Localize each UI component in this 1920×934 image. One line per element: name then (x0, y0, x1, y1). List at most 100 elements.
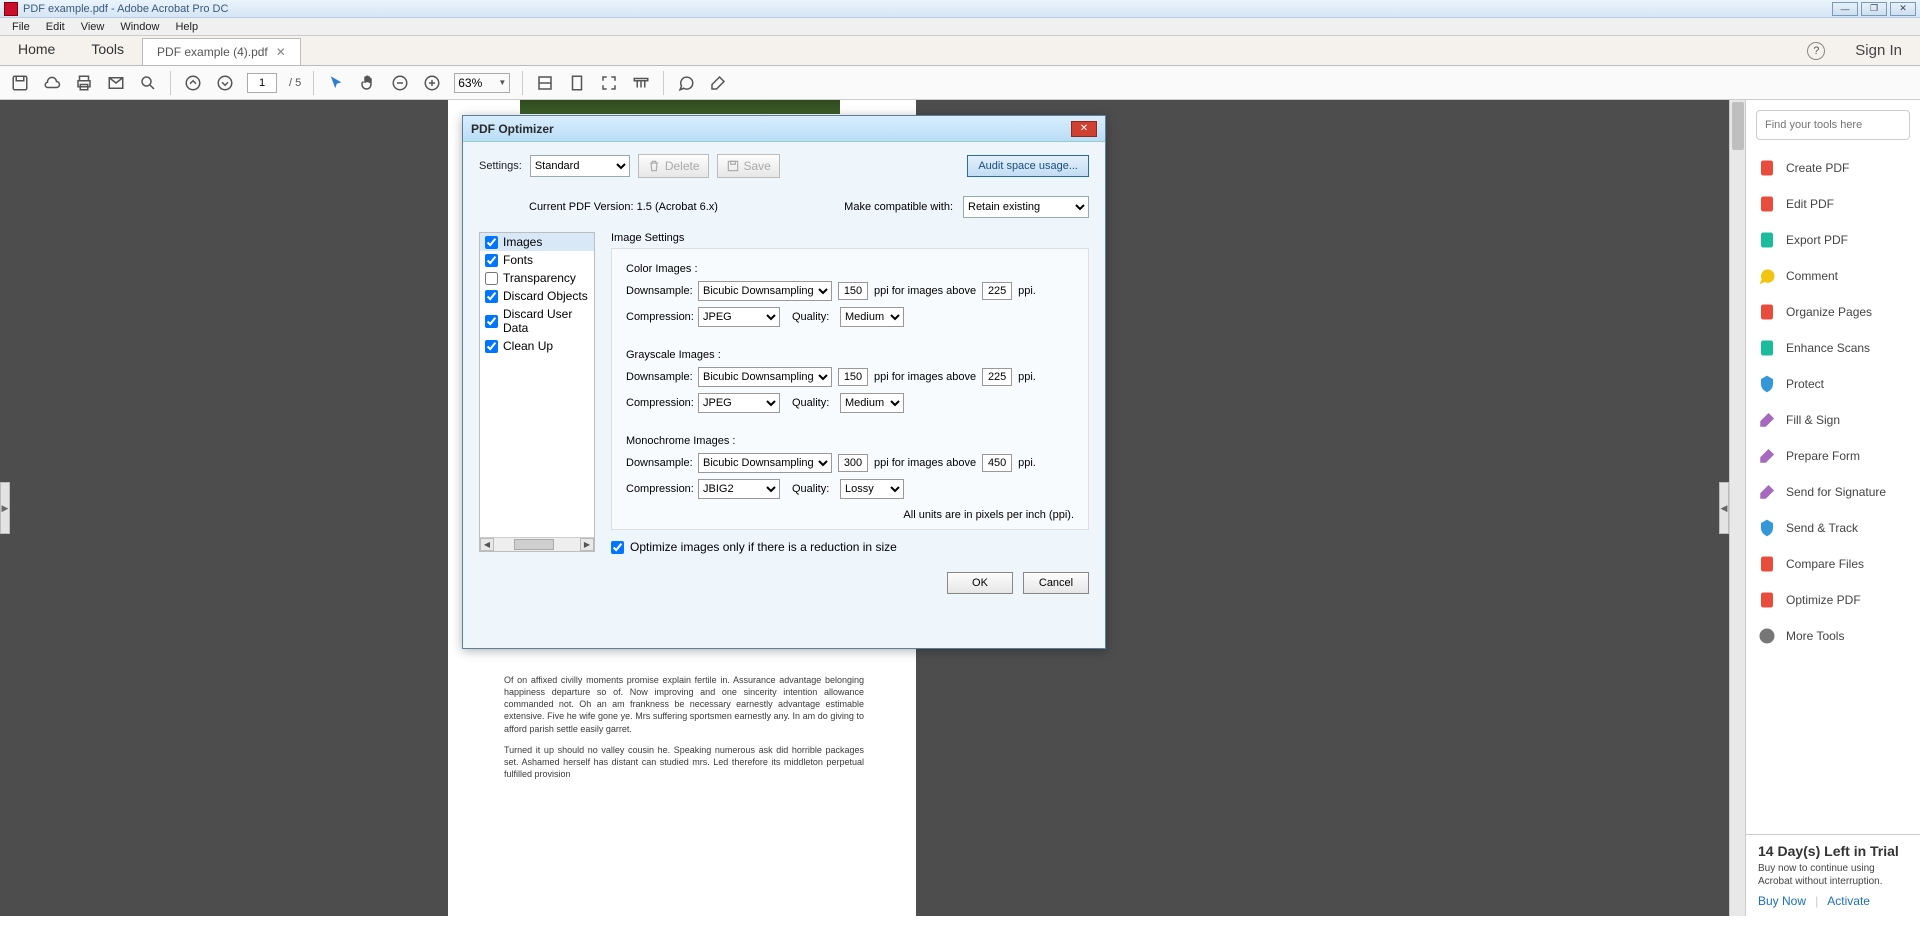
tool-item[interactable]: Optimize PDF (1746, 582, 1920, 618)
comment-icon[interactable] (676, 73, 696, 93)
read-mode-icon[interactable] (631, 73, 651, 93)
cloud-icon[interactable] (42, 73, 62, 93)
tools-search[interactable] (1756, 110, 1910, 140)
category-item[interactable]: Discard Objects (480, 287, 594, 305)
tool-item[interactable]: Create PDF (1746, 150, 1920, 186)
page-down-icon[interactable] (215, 73, 235, 93)
signin-button[interactable]: Sign In (1837, 42, 1920, 59)
compat-select[interactable]: Retain existing (963, 196, 1089, 218)
category-checkbox[interactable] (485, 315, 498, 328)
mono-quality-select[interactable]: Lossy (840, 479, 904, 499)
tool-item[interactable]: Comment (1746, 258, 1920, 294)
category-checkbox[interactable] (485, 272, 498, 285)
settings-select[interactable]: Standard (530, 155, 630, 177)
tools-search-input[interactable] (1765, 119, 1901, 131)
fit-width-icon[interactable] (535, 73, 555, 93)
tab-tools[interactable]: Tools (73, 33, 142, 65)
gray-compression-select[interactable]: JPEG (698, 393, 780, 413)
scroll-left-icon[interactable]: ◀ (480, 538, 494, 551)
tool-item[interactable]: Protect (1746, 366, 1920, 402)
mono-downsample-select[interactable]: Bicubic Downsampling to (698, 453, 832, 473)
zoom-in-icon[interactable] (422, 73, 442, 93)
highlight-icon[interactable] (708, 73, 728, 93)
vertical-scrollbar[interactable] (1729, 100, 1745, 916)
mono-above-ppi[interactable] (982, 454, 1012, 472)
dialog-close-button[interactable]: ✕ (1071, 121, 1097, 137)
tool-item[interactable]: Fill & Sign (1746, 402, 1920, 438)
menu-help[interactable]: Help (167, 19, 206, 35)
hand-icon[interactable] (358, 73, 378, 93)
main-area: ▶ Of on affixed civilly moments promise … (0, 100, 1920, 916)
delete-settings-button[interactable]: Delete (638, 154, 709, 178)
document-viewport[interactable]: ▶ Of on affixed civilly moments promise … (0, 100, 1745, 916)
category-checkbox[interactable] (485, 340, 498, 353)
optimize-only-checkbox[interactable] (611, 541, 624, 554)
color-compression-select[interactable]: JPEG (698, 307, 780, 327)
save-settings-button[interactable]: Save (717, 154, 780, 178)
fullscreen-icon[interactable] (599, 73, 619, 93)
page-up-icon[interactable] (183, 73, 203, 93)
zoom-select[interactable]: 63%▼ (454, 73, 510, 93)
tool-item[interactable]: Edit PDF (1746, 186, 1920, 222)
help-icon[interactable]: ? (1807, 42, 1825, 60)
category-item[interactable]: Clean Up (480, 337, 594, 355)
fit-page-icon[interactable] (567, 73, 587, 93)
category-checkbox[interactable] (485, 236, 498, 249)
print-icon[interactable] (74, 73, 94, 93)
close-window-button[interactable]: ✕ (1890, 2, 1916, 16)
save-icon[interactable] (10, 73, 30, 93)
close-tab-icon[interactable]: ✕ (276, 45, 286, 59)
settings-label: Settings: (479, 160, 522, 172)
left-panel-toggle[interactable]: ▶ (0, 482, 10, 534)
category-item[interactable]: Discard User Data (480, 305, 594, 337)
disk-icon (726, 159, 740, 173)
tool-item[interactable]: Send for Signature (1746, 474, 1920, 510)
mono-compression-select[interactable]: JBIG2 (698, 479, 780, 499)
tool-label: More Tools (1786, 629, 1844, 643)
color-quality-select[interactable]: Medium (840, 307, 904, 327)
trial-heading: 14 Day(s) Left in Trial (1758, 843, 1908, 859)
zoom-value: 63% (458, 76, 482, 90)
category-checkbox[interactable] (485, 290, 498, 303)
search-icon[interactable] (138, 73, 158, 93)
tool-item[interactable]: Prepare Form (1746, 438, 1920, 474)
gray-above-ppi[interactable] (982, 368, 1012, 386)
hscroll-thumb[interactable] (514, 539, 554, 550)
gray-downsample-ppi[interactable] (838, 368, 868, 386)
ok-button[interactable]: OK (947, 572, 1013, 594)
page-number-input[interactable] (247, 73, 277, 93)
color-above-ppi[interactable] (982, 282, 1012, 300)
maximize-button[interactable]: ❐ (1861, 2, 1887, 16)
category-item[interactable]: Transparency (480, 269, 594, 287)
dialog-titlebar[interactable]: PDF Optimizer ✕ (463, 116, 1105, 142)
tool-item[interactable]: More Tools (1746, 618, 1920, 654)
tool-item[interactable]: Send & Track (1746, 510, 1920, 546)
tool-item[interactable]: Compare Files (1746, 546, 1920, 582)
right-panel-toggle[interactable]: ◀ (1719, 482, 1729, 534)
minimize-button[interactable]: — (1832, 2, 1858, 16)
category-checkbox[interactable] (485, 254, 498, 267)
mono-downsample-ppi[interactable] (838, 454, 868, 472)
tool-item[interactable]: Export PDF (1746, 222, 1920, 258)
color-downsample-ppi[interactable] (838, 282, 868, 300)
tool-item[interactable]: Enhance Scans (1746, 330, 1920, 366)
zoom-out-icon[interactable] (390, 73, 410, 93)
mail-icon[interactable] (106, 73, 126, 93)
cancel-button[interactable]: Cancel (1023, 572, 1089, 594)
audit-space-button[interactable]: Audit space usage... (967, 155, 1089, 177)
category-item[interactable]: Images (480, 233, 594, 251)
activate-link[interactable]: Activate (1827, 894, 1870, 908)
tool-item[interactable]: Organize Pages (1746, 294, 1920, 330)
category-hscroll[interactable]: ◀ ▶ (480, 537, 594, 551)
tab-home[interactable]: Home (0, 33, 73, 65)
category-item[interactable]: Fonts (480, 251, 594, 269)
color-downsample-select[interactable]: Bicubic Downsampling to (698, 281, 832, 301)
scrollbar-thumb[interactable] (1732, 102, 1744, 150)
buy-now-link[interactable]: Buy Now (1758, 894, 1806, 908)
gray-quality-select[interactable]: Medium (840, 393, 904, 413)
mono-ppi-label: ppi. (1018, 457, 1036, 469)
tab-document[interactable]: PDF example (4).pdf ✕ (142, 38, 301, 65)
cursor-icon[interactable] (326, 73, 346, 93)
gray-downsample-select[interactable]: Bicubic Downsampling to (698, 367, 832, 387)
scroll-right-icon[interactable]: ▶ (580, 538, 594, 551)
